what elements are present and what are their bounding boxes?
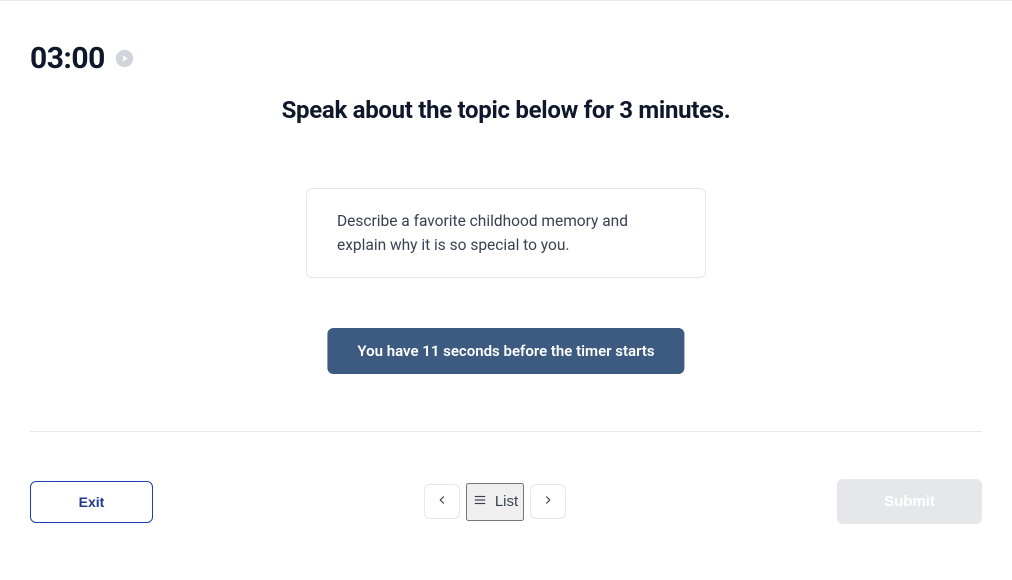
chevron-right-icon	[541, 493, 555, 510]
timer-row: 03:00	[30, 41, 134, 76]
divider	[30, 431, 982, 432]
play-icon[interactable]	[115, 49, 134, 68]
footer: Exit List Submit	[0, 479, 1012, 524]
submit-button[interactable]: Submit	[837, 479, 982, 524]
page-title: Speak about the topic below for 3 minute…	[0, 96, 1012, 124]
menu-icon	[472, 493, 488, 511]
next-button[interactable]	[530, 484, 566, 519]
countdown-banner: You have 11 seconds before the timer sta…	[327, 328, 684, 374]
list-button[interactable]: List	[466, 483, 524, 521]
list-label: List	[495, 493, 518, 510]
timer-display: 03:00	[30, 41, 105, 76]
prompt-box: Describe a favorite childhood memory and…	[306, 188, 706, 278]
nav-group: List	[424, 483, 566, 521]
exit-button[interactable]: Exit	[30, 481, 153, 523]
chevron-left-icon	[435, 493, 449, 510]
prev-button[interactable]	[424, 484, 460, 519]
prompt-text: Describe a favorite childhood memory and…	[337, 209, 675, 257]
